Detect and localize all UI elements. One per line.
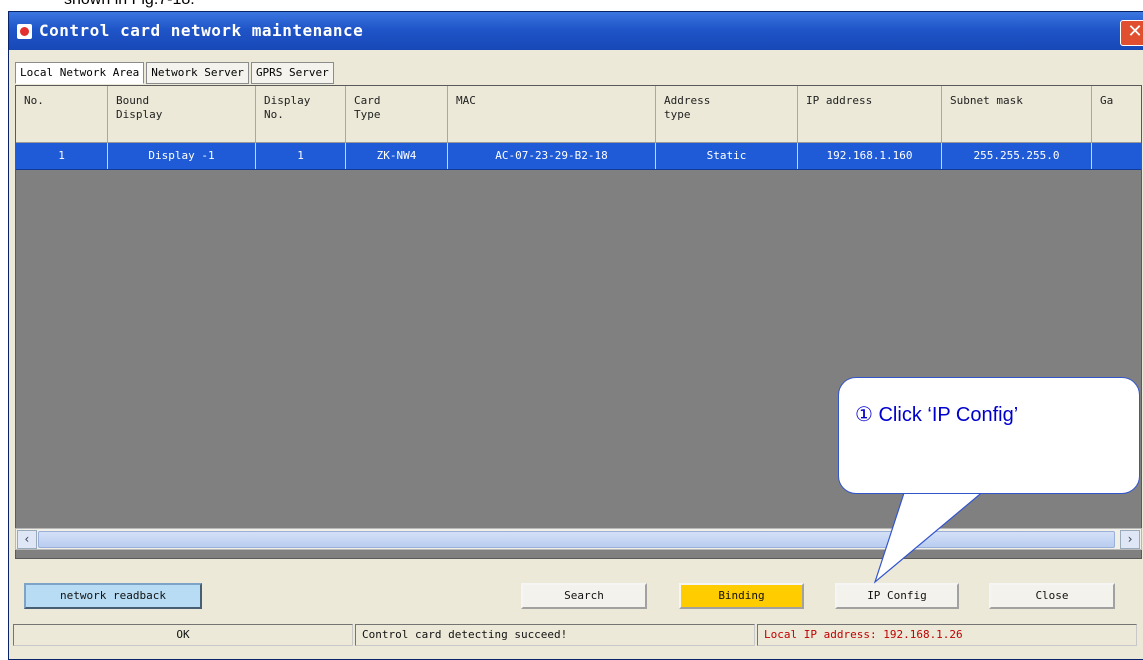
close-icon[interactable]: ✕ bbox=[1120, 20, 1143, 46]
cell-mac: AC-07-23-29-B2-18 bbox=[448, 143, 656, 169]
network-readback-button[interactable]: network readback bbox=[24, 583, 202, 609]
header-address-type[interactable]: Address type bbox=[656, 86, 798, 142]
table-header: No. Bound Display Display No. Card Type … bbox=[16, 86, 1141, 143]
tab-network-server[interactable]: Network Server bbox=[146, 62, 249, 84]
scroll-left-icon[interactable]: ‹ bbox=[17, 530, 37, 549]
app-icon bbox=[17, 24, 32, 39]
cell-gateway bbox=[1092, 143, 1141, 169]
scroll-right-icon[interactable]: › bbox=[1120, 530, 1140, 549]
cell-bound-display: Display -1 bbox=[108, 143, 256, 169]
title-bar[interactable]: Control card network maintenance ✕ bbox=[9, 12, 1143, 50]
cell-display-no: 1 bbox=[256, 143, 346, 169]
header-gateway[interactable]: Ga bbox=[1092, 86, 1141, 142]
cell-card-type: ZK-NW4 bbox=[346, 143, 448, 169]
header-subnet-mask[interactable]: Subnet mask bbox=[942, 86, 1092, 142]
horizontal-scrollbar[interactable]: ‹ › bbox=[15, 528, 1142, 550]
ip-config-button[interactable]: IP Config bbox=[835, 583, 959, 609]
status-message: Control card detecting succeed! bbox=[355, 624, 755, 646]
close-button[interactable]: Close bbox=[989, 583, 1115, 609]
document-caption: shown in Fig.7-18. bbox=[64, 0, 195, 9]
header-mac[interactable]: MAC bbox=[448, 86, 656, 142]
header-bound-display[interactable]: Bound Display bbox=[108, 86, 256, 142]
window-title: Control card network maintenance bbox=[39, 21, 364, 40]
search-button[interactable]: Search bbox=[521, 583, 647, 609]
tab-bar: Local Network Area Network Server GPRS S… bbox=[15, 62, 336, 84]
instruction-callout: ① Click ‘IP Config’ bbox=[838, 377, 1140, 494]
tab-local-network-area[interactable]: Local Network Area bbox=[15, 62, 145, 84]
cell-no: 1 bbox=[16, 143, 108, 169]
network-maintenance-window: Control card network maintenance ✕ Local… bbox=[8, 11, 1143, 660]
table-row[interactable]: 1 Display -1 1 ZK-NW4 AC-07-23-29-B2-18 … bbox=[16, 143, 1141, 170]
scroll-thumb[interactable] bbox=[38, 531, 1115, 548]
header-display-no[interactable]: Display No. bbox=[256, 86, 346, 142]
header-ip-address[interactable]: IP address bbox=[798, 86, 942, 142]
tab-gprs-server[interactable]: GPRS Server bbox=[250, 62, 334, 84]
cell-ip-address: 192.168.1.160 bbox=[798, 143, 942, 169]
status-bar: OK Control card detecting succeed! Local… bbox=[9, 624, 1143, 646]
status-local-ip: Local IP address: 192.168.1.26 bbox=[757, 624, 1137, 646]
cell-subnet-mask: 255.255.255.0 bbox=[942, 143, 1092, 169]
callout-text: ① Click ‘IP Config’ bbox=[855, 404, 1019, 426]
binding-button[interactable]: Binding bbox=[679, 583, 804, 609]
status-state: OK bbox=[13, 624, 353, 646]
header-card-type[interactable]: Card Type bbox=[346, 86, 448, 142]
cell-address-type: Static bbox=[656, 143, 798, 169]
header-no[interactable]: No. bbox=[16, 86, 108, 142]
